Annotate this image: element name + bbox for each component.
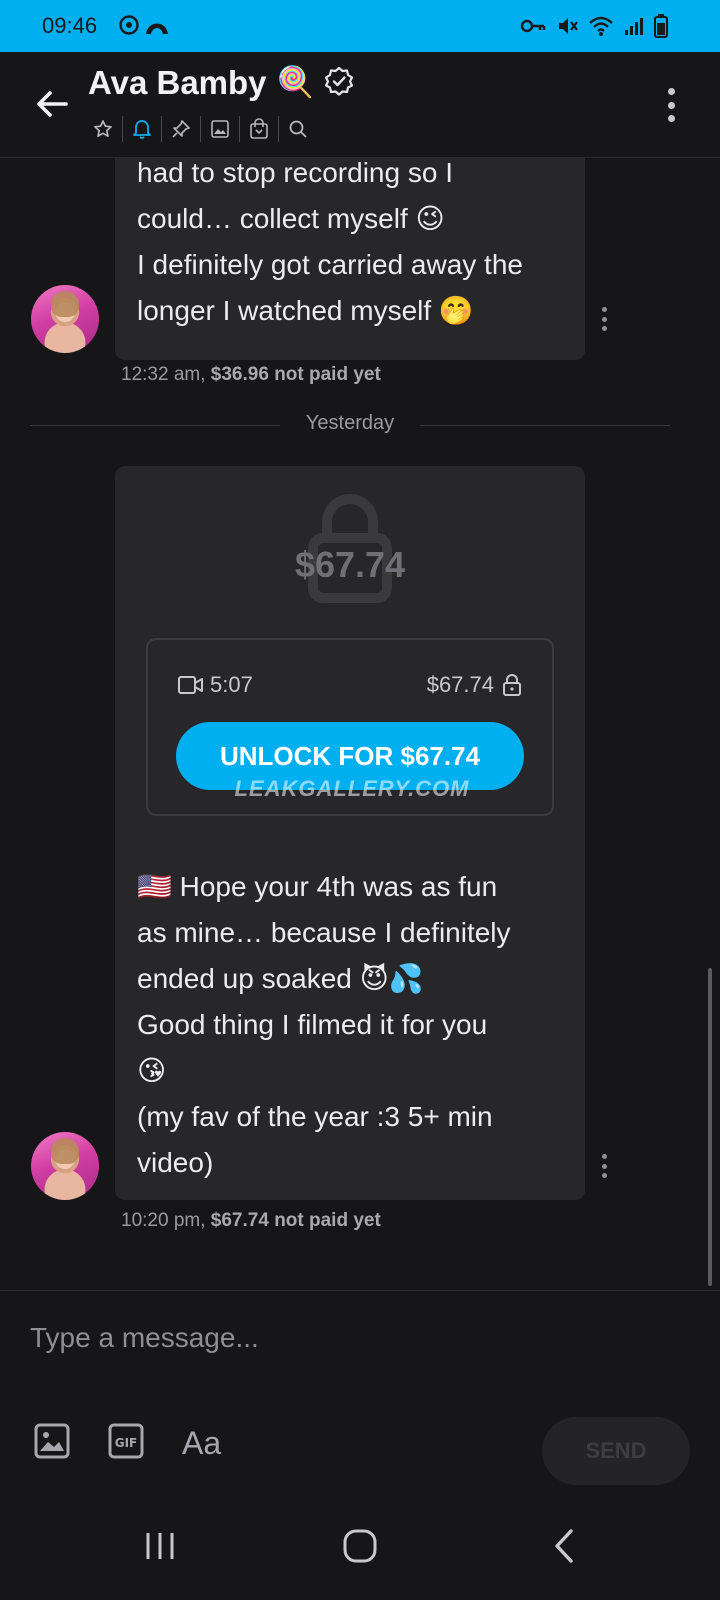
message-line: longer I watched myself 🤭 (137, 295, 474, 326)
app-icon (144, 14, 170, 36)
message-line: 🇺🇸 Hope your 4th was as fun (137, 871, 498, 902)
bell-icon[interactable] (125, 112, 159, 146)
payment-status: not paid yet (274, 364, 381, 385)
battery-icon (654, 14, 668, 38)
watermark: LEAKGALLERY.COM (234, 776, 470, 801)
kebab-dot (667, 101, 675, 109)
send-button[interactable]: SEND (542, 1417, 690, 1485)
divider (420, 425, 670, 426)
chat-header: Ava Bamby 🍭 (0, 52, 720, 158)
message-bubble[interactable]: had to stop recording so I could… collec… (115, 158, 585, 360)
back-button[interactable] (32, 84, 72, 124)
duration-text: 5:07 (210, 672, 253, 697)
message-menu-button[interactable] (600, 1154, 608, 1178)
kebab-dot (601, 326, 607, 331)
locked-price: $67.74 (294, 544, 406, 585)
toolbar-divider (122, 116, 123, 142)
message-line: (my fav of the year :3 5+ min (137, 1101, 493, 1132)
message-line: as mine… because I definitely (137, 917, 511, 948)
kebab-dot (667, 88, 675, 95)
status-bar: 09:46 (0, 0, 720, 52)
message-time: 12:32 am, (121, 364, 206, 385)
star-icon[interactable] (86, 112, 120, 146)
message-line: ended up soaked 😈💦 (137, 963, 424, 994)
toolbar-divider (278, 116, 279, 142)
kebab-dot (601, 316, 607, 322)
media-price: $67.74 (427, 672, 522, 698)
pin-icon[interactable] (164, 112, 198, 146)
message-time: 10:20 pm, (121, 1210, 206, 1231)
chat-messages[interactable]: had to stop recording so I could… collec… (0, 158, 720, 1290)
kebab-dot (601, 1173, 607, 1178)
kebab-dot (601, 1154, 607, 1159)
message-line: Good thing I filmed it for you (137, 1009, 488, 1040)
date-separator: Yesterday (30, 410, 670, 440)
media-duration: 5:07 (178, 672, 253, 698)
kebab-dot (601, 307, 607, 312)
image-upload-icon[interactable] (34, 1423, 70, 1464)
home-icon[interactable] (330, 1526, 390, 1566)
toolbar-divider (200, 116, 201, 142)
message-price: $67.74 (210, 1210, 269, 1231)
message-text: had to stop recording so I could… collec… (137, 158, 585, 334)
mute-icon (556, 15, 578, 37)
key-icon (520, 17, 546, 35)
lollipop-emoji: 🍭 (276, 66, 314, 99)
toolbar-divider (239, 116, 240, 142)
svg-text:GIF: GIF (115, 1436, 138, 1450)
toolbar-divider (161, 116, 162, 142)
message-text: 🇺🇸 Hope your 4th was as fun as mine… bec… (137, 864, 511, 1186)
chat-title[interactable]: Ava Bamby (88, 64, 267, 102)
payment-status: not paid yet (274, 1210, 381, 1231)
message-line: 😘 (137, 1055, 167, 1086)
sync-icon (118, 14, 140, 36)
back-icon[interactable] (534, 1526, 594, 1566)
recent-apps-icon[interactable] (130, 1526, 190, 1566)
message-meta: 12:32 am, $36.96 not paid yet (121, 364, 381, 386)
system-nav-bar (0, 1490, 720, 1600)
signal-icon (624, 16, 644, 36)
message-line: had to stop recording so I (137, 158, 453, 188)
message-price: $36.96 (210, 364, 269, 385)
message-line: could… collect myself 😉 (137, 203, 445, 234)
gif-icon[interactable]: GIF (108, 1423, 144, 1464)
locked-media-card: 5:07 $67.74 UNLOCK FOR $67.74 LEAKGALLER… (146, 638, 554, 816)
avatar[interactable] (31, 285, 99, 353)
text-format-button[interactable]: Aa (182, 1425, 221, 1462)
message-meta: 10:20 pm, $67.74 not paid yet (121, 1210, 381, 1232)
kebab-dot (601, 1163, 607, 1169)
message-line: video) (137, 1147, 214, 1178)
wifi-icon (588, 15, 614, 37)
avatar[interactable] (31, 1132, 99, 1200)
more-options-button[interactable] (666, 88, 676, 122)
media-price-text: $67.74 (426, 672, 494, 697)
message-input[interactable] (30, 1313, 690, 1363)
search-icon[interactable] (281, 112, 315, 146)
locked-media-preview[interactable]: $67.74 (115, 466, 585, 626)
arrow-left-icon (37, 91, 68, 117)
chat-toolbar (86, 112, 315, 146)
message-composer: GIF Aa SEND (0, 1290, 720, 1490)
image-icon[interactable] (203, 112, 237, 146)
lock-icon (503, 674, 521, 696)
verified-icon (324, 66, 354, 101)
video-camera-icon (178, 676, 203, 694)
date-label: Yesterday (305, 412, 395, 434)
message-bubble[interactable]: $67.74 5:07 $67.74 UNLOCK FOR $67.74 LEA… (115, 466, 585, 1200)
status-time: 09:46 (42, 13, 98, 38)
scrollbar[interactable] (708, 968, 712, 1286)
shopping-bag-icon[interactable] (242, 112, 276, 146)
message-line: I definitely got carried away the (137, 249, 523, 280)
message-menu-button[interactable] (600, 307, 608, 331)
kebab-dot (667, 115, 675, 122)
